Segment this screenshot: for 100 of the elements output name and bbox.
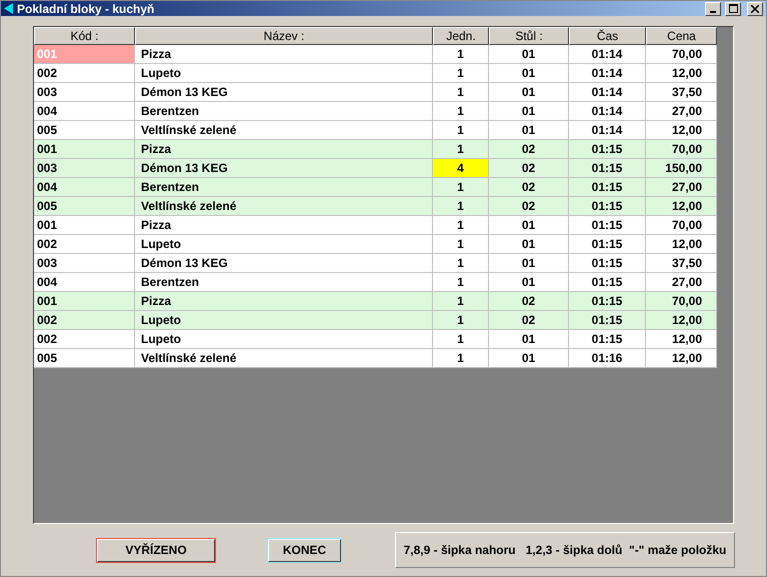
table-cell: 01:14	[569, 83, 646, 102]
table-cell: 27,00	[646, 102, 717, 121]
table-cell: 02	[489, 140, 569, 159]
table-cell: 27,00	[646, 178, 717, 197]
table-cell: 01:15	[569, 197, 646, 216]
table-cell: 002	[34, 235, 135, 254]
table-cell: 01	[489, 121, 569, 140]
triangle-icon	[4, 3, 13, 14]
table-cell: 12,00	[646, 349, 717, 368]
table-cell: Pizza	[135, 216, 433, 235]
maximize-button[interactable]	[725, 2, 741, 16]
table-cell: 70,00	[646, 140, 717, 159]
table-cell: 004	[34, 102, 135, 121]
table-cell: 4	[433, 159, 489, 178]
table-cell: 02	[489, 292, 569, 311]
table-cell: 70,00	[646, 216, 717, 235]
table-cell: 1	[433, 235, 489, 254]
table-cell: 01:15	[569, 140, 646, 159]
table-cell: 01	[489, 273, 569, 292]
table-cell: 01	[489, 45, 569, 64]
minimize-button[interactable]	[705, 2, 721, 16]
close-button[interactable]	[747, 2, 763, 16]
table-cell: Pizza	[135, 45, 433, 64]
table-cell: 27,00	[646, 273, 717, 292]
column-header[interactable]: Čas	[569, 27, 646, 45]
table-cell: 1	[433, 102, 489, 121]
action-button[interactable]: VYŘÍZENO	[97, 538, 215, 562]
table-cell: 150,00	[646, 159, 717, 178]
table-cell: 1	[433, 45, 489, 64]
table-cell: Veltlínské zelené	[135, 349, 433, 368]
table-cell: 001	[34, 45, 135, 64]
table-cell: 1	[433, 292, 489, 311]
table-cell: 70,00	[646, 45, 717, 64]
table-cell: 01	[489, 349, 569, 368]
table-cell: 12,00	[646, 121, 717, 140]
table-cell: Pizza	[135, 292, 433, 311]
window-title: Pokladní bloky - kuchyň	[17, 2, 156, 16]
table-cell: 004	[34, 273, 135, 292]
column-header[interactable]: Název :	[135, 27, 433, 45]
table-cell: 005	[34, 121, 135, 140]
table-cell: 002	[34, 64, 135, 83]
table-cell: 01:15	[569, 235, 646, 254]
maximize-icon	[728, 4, 738, 13]
table-cell: 002	[34, 330, 135, 349]
table-cell: 01	[489, 330, 569, 349]
table-cell: 01:15	[569, 330, 646, 349]
table-cell: 01:16	[569, 349, 646, 368]
table-cell: 37,50	[646, 83, 717, 102]
table-cell: 01	[489, 235, 569, 254]
table-cell: 01	[489, 64, 569, 83]
table-cell: 1	[433, 216, 489, 235]
table-cell: 1	[433, 121, 489, 140]
table-cell: 01:15	[569, 254, 646, 273]
table-cell: 003	[34, 254, 135, 273]
table-cell: 1	[433, 273, 489, 292]
table-cell: Démon 13 KEG	[135, 159, 433, 178]
column-header[interactable]: Cena	[646, 27, 717, 45]
table-cell: 01	[489, 254, 569, 273]
column-header[interactable]: Stůl :	[489, 27, 569, 45]
table-cell: 01:15	[569, 273, 646, 292]
column-header[interactable]: Jedn.	[433, 27, 489, 45]
table-cell: 01	[489, 216, 569, 235]
table-cell: Berentzen	[135, 102, 433, 121]
table-cell: Lupeto	[135, 311, 433, 330]
table-cell: 02	[489, 178, 569, 197]
table-cell: 01:14	[569, 45, 646, 64]
table-cell: 37,50	[646, 254, 717, 273]
table-cell: 02	[489, 311, 569, 330]
table-cell: 01:15	[569, 311, 646, 330]
column-header[interactable]: Kód :	[34, 27, 135, 45]
table-cell: 70,00	[646, 292, 717, 311]
table-cell: 1	[433, 254, 489, 273]
table-cell: Veltlínské zelené	[135, 121, 433, 140]
table-cell: Pizza	[135, 140, 433, 159]
table-cell: 01:15	[569, 178, 646, 197]
table-cell: 1	[433, 178, 489, 197]
table-cell: Berentzen	[135, 273, 433, 292]
table-cell: 01:15	[569, 159, 646, 178]
table-cell: 01	[489, 102, 569, 121]
table-cell: 005	[34, 349, 135, 368]
table-cell: 1	[433, 349, 489, 368]
table-cell: 005	[34, 197, 135, 216]
close-icon	[751, 4, 759, 12]
table-cell: 001	[34, 292, 135, 311]
table-cell: 01:14	[569, 102, 646, 121]
table-cell: 1	[433, 197, 489, 216]
table-cell: 12,00	[646, 64, 717, 83]
table-cell: Veltlínské zelené	[135, 197, 433, 216]
table-cell: 12,00	[646, 330, 717, 349]
table-cell: Lupeto	[135, 235, 433, 254]
table-cell: 1	[433, 311, 489, 330]
table-cell: 01	[489, 83, 569, 102]
table-cell: 12,00	[646, 235, 717, 254]
table-cell: 1	[433, 64, 489, 83]
minimize-icon	[710, 10, 716, 12]
table-cell: 01:15	[569, 292, 646, 311]
table-cell: 01:14	[569, 64, 646, 83]
action-button[interactable]: KONEC	[268, 538, 341, 562]
table-cell: Lupeto	[135, 64, 433, 83]
table-cell: 003	[34, 159, 135, 178]
